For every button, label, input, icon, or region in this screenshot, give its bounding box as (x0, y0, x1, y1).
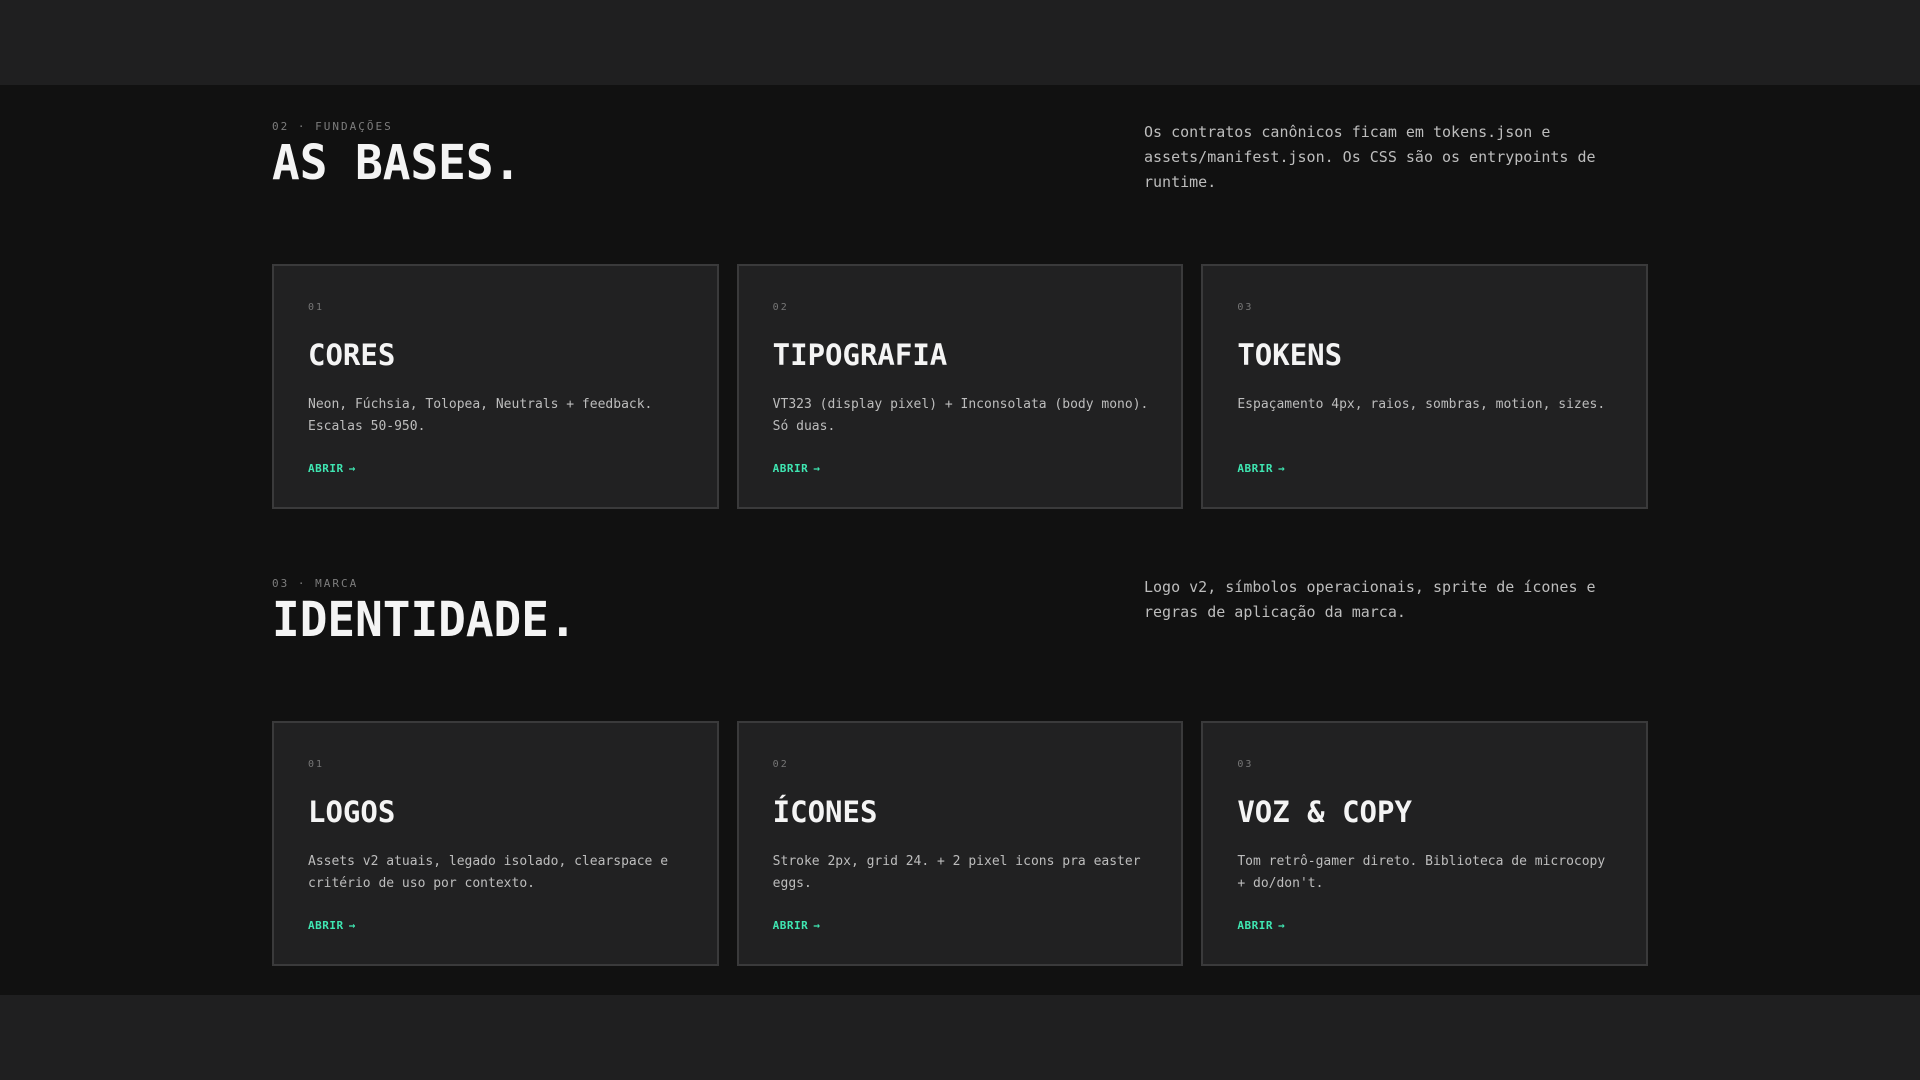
card-description: Tom retrô-gamer direto. Biblioteca de mi… (1237, 854, 1606, 891)
card-voz-copy[interactable]: 03 VOZ & COPY Tom retrô-gamer direto. Bi… (1201, 721, 1649, 966)
card-title: TOKENS (1237, 338, 1343, 372)
card-description: VT323 (display pixel) + Inconsolata (bod… (772, 397, 1149, 434)
arrow-right-icon: → (813, 919, 821, 932)
card-title: CORES (308, 338, 396, 372)
section-title: AS BASES. (272, 134, 522, 191)
section-description: Os contratos canônicos ficam em tokens.j… (1144, 123, 1596, 191)
card-title: VOZ & COPY (1237, 795, 1412, 829)
card-number: 02 (772, 302, 789, 313)
open-link[interactable]: ABRIR → (1237, 462, 1285, 475)
arrow-right-icon: → (348, 919, 356, 932)
card-grid: 01 CORES Neon, Fúchsia, Tolopea, Neutral… (272, 264, 1649, 509)
card-number: 01 (308, 759, 325, 770)
open-link-label: ABRIR (308, 462, 344, 475)
card-description: Assets v2 atuais, legado isolado, clears… (308, 854, 669, 891)
open-link[interactable]: ABRIR → (308, 919, 356, 932)
section-description: Logo v2, símbolos operacionais, sprite d… (1144, 578, 1596, 621)
open-link[interactable]: ABRIR → (308, 462, 356, 475)
section-eyebrow: 03 · MARCA (272, 577, 359, 590)
bottom-bar (0, 995, 1920, 1080)
top-bar (0, 0, 1920, 85)
open-link-label: ABRIR (772, 462, 809, 475)
card-number: 03 (1237, 302, 1254, 313)
card-cores[interactable]: 01 CORES Neon, Fúchsia, Tolopea, Neutral… (272, 264, 719, 509)
card-tokens[interactable]: 03 TOKENS Espaçamento 4px, raios, sombra… (1201, 264, 1649, 509)
card-grid: 01 LOGOS Assets v2 atuais, legado isolad… (272, 721, 1649, 966)
card-title: ÍCONES (772, 795, 878, 829)
open-link[interactable]: ABRIR → (773, 919, 821, 932)
card-description: Espaçamento 4px, raios, sombras, motion,… (1237, 397, 1606, 412)
card-description: Neon, Fúchsia, Tolopea, Neutrals + feedb… (308, 397, 653, 434)
arrow-right-icon: → (1277, 462, 1286, 475)
card-title: LOGOS (308, 795, 396, 829)
main-content: 02 · FUNDAÇÕES AS BASES. Os contratos ca… (0, 85, 1920, 995)
arrow-right-icon: → (813, 462, 821, 475)
arrow-right-icon: → (1277, 919, 1286, 932)
open-link-label: ABRIR (1237, 919, 1273, 932)
section-header: 02 · FUNDAÇÕES AS BASES. Os contratos ca… (272, 120, 1648, 220)
card-number: 03 (1237, 759, 1254, 770)
arrow-right-icon: → (348, 462, 356, 475)
section-eyebrow: 02 · FUNDAÇÕES (272, 120, 393, 133)
card-title: TIPOGRAFIA (772, 338, 948, 372)
open-link-label: ABRIR (772, 919, 809, 932)
card-icones[interactable]: 02 ÍCONES Stroke 2px, grid 24. + 2 pixel… (736, 721, 1184, 966)
card-number: 01 (308, 302, 325, 313)
card-description: Stroke 2px, grid 24. + 2 pixel icons pra… (772, 854, 1141, 891)
open-link-label: ABRIR (1237, 462, 1273, 475)
section-fundacoes: 02 · FUNDAÇÕES AS BASES. Os contratos ca… (272, 120, 1649, 509)
open-link[interactable]: ABRIR → (1237, 919, 1285, 932)
card-tipografia[interactable]: 02 TIPOGRAFIA VT323 (display pixel) + In… (736, 264, 1184, 509)
section-title: IDENTIDADE. (272, 591, 577, 648)
section-header: 03 · MARCA IDENTIDADE. Logo v2, símbolos… (272, 577, 1648, 677)
open-link[interactable]: ABRIR → (773, 462, 821, 475)
open-link-label: ABRIR (308, 919, 344, 932)
card-number: 02 (772, 759, 789, 770)
section-marca: 03 · MARCA IDENTIDADE. Logo v2, símbolos… (272, 577, 1649, 966)
card-logos[interactable]: 01 LOGOS Assets v2 atuais, legado isolad… (272, 721, 719, 966)
